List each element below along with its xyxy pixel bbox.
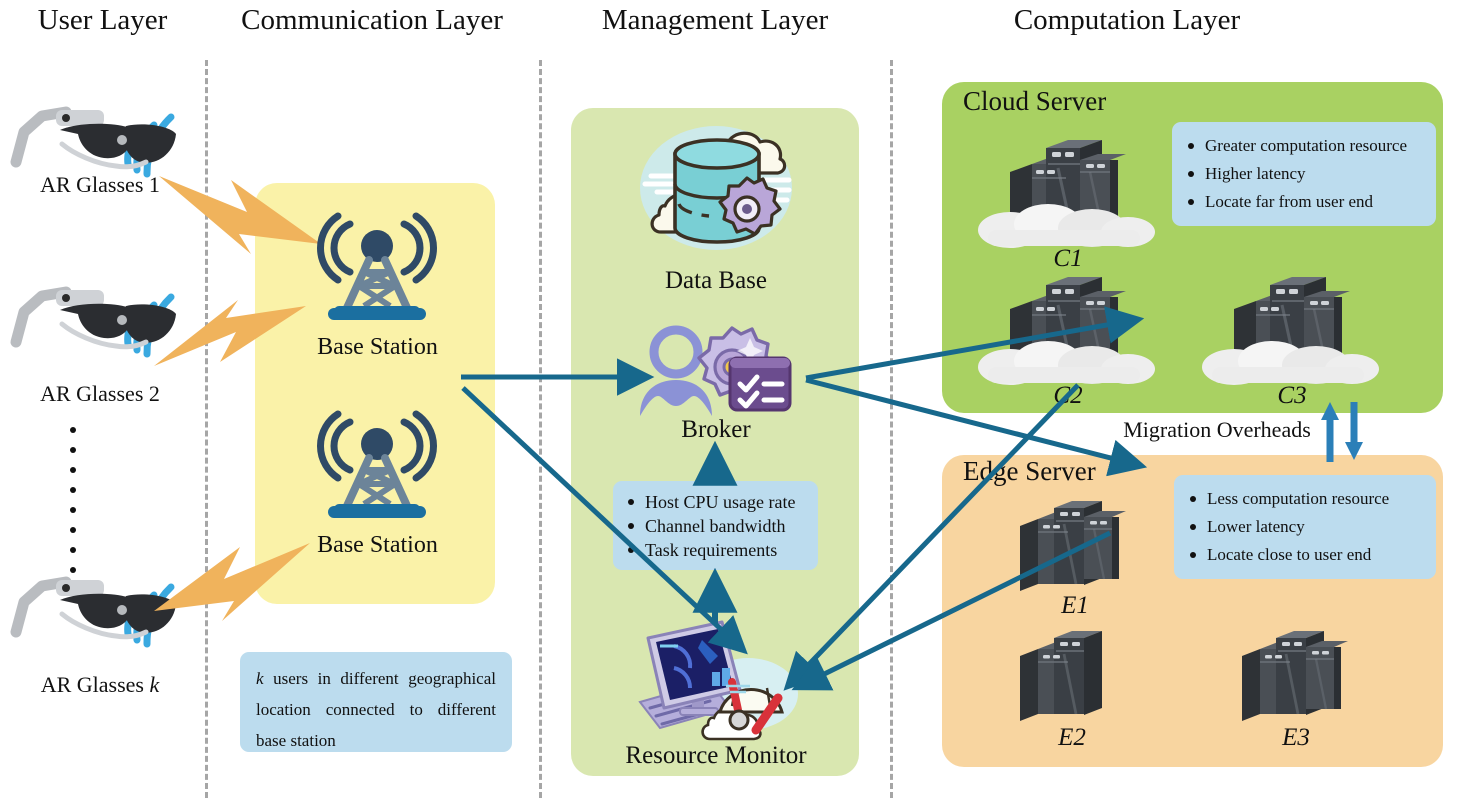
edge-feature-item: Lower latency <box>1187 513 1423 541</box>
cloud-feature-item: Locate far from user end <box>1185 188 1423 216</box>
ellipsis-dot <box>70 447 76 453</box>
cloud-server-title: Cloud Server <box>963 86 1107 116</box>
cloud-node-c1-label: C1 <box>1053 245 1083 272</box>
server-rack-cloud-icon <box>978 277 1155 385</box>
ar-glasses-icon <box>10 106 176 170</box>
migration-overheads-label: Migration Overheads <box>1123 417 1311 442</box>
database-graphic <box>640 126 792 250</box>
migration-arrows <box>1321 402 1363 462</box>
divider-management-computation <box>890 60 893 798</box>
metrics-list: Host CPU usage rate Channel bandwidth Ta… <box>625 490 806 562</box>
cell-tower-icon <box>317 410 437 518</box>
uplink-bolt-1 <box>159 176 321 254</box>
cloud-feature-item: Higher latency <box>1185 160 1423 188</box>
server-rack-icon <box>1020 631 1102 721</box>
migration-down-arrow-icon <box>1345 402 1363 460</box>
edge-node-e3-label: E3 <box>1282 724 1310 751</box>
edge-node-e3-graphic <box>1242 631 1348 721</box>
edge-feature-item: Locate close to user end <box>1187 541 1423 569</box>
edge-node-e1-label: E1 <box>1061 592 1089 619</box>
cloud-node-c1-graphic <box>978 140 1155 248</box>
edge-feature-item: Less computation resource <box>1187 485 1423 513</box>
server-rack-cloud-icon <box>978 140 1155 248</box>
base-station-2-graphic <box>317 410 437 518</box>
cloud-features-box: Greater computation resource Higher late… <box>1172 122 1436 226</box>
layer-title-user: User Layer <box>37 4 168 36</box>
cloud-base-icon <box>978 341 1155 385</box>
base-station-1-label: Base Station <box>317 334 438 360</box>
ar-glasses-k-label-prefix: AR Glasses <box>40 672 150 697</box>
layer-title-computation: Computation Layer <box>1013 4 1241 36</box>
metrics-box: Host CPU usage rate Channel bandwidth Ta… <box>613 481 818 570</box>
ellipsis-dot <box>70 467 76 473</box>
base-station-2-label: Base Station <box>317 532 438 558</box>
edge-features-list: Less computation resource Lower latency … <box>1187 485 1423 569</box>
monitor-gauge-icon <box>638 620 798 741</box>
cloud-base-icon <box>1202 341 1379 385</box>
broker-graphic <box>640 325 792 416</box>
cloud-base-icon <box>978 204 1155 248</box>
layer-title-communication: Communication Layer <box>241 4 503 36</box>
communication-note-italic-lead: k <box>256 669 264 688</box>
edge-node-e2-label: E2 <box>1058 724 1086 751</box>
base-station-1-graphic <box>317 212 437 320</box>
device-ellipsis-dots <box>70 420 76 580</box>
edge-features-box: Less computation resource Lower latency … <box>1174 475 1436 579</box>
server-rack-cloud-icon <box>1202 277 1379 385</box>
ellipsis-dot <box>70 507 76 513</box>
metrics-item: Task requirements <box>625 538 806 562</box>
cloud-features-list: Greater computation resource Higher late… <box>1185 132 1423 216</box>
cloud-node-c3-graphic <box>1202 277 1379 385</box>
ellipsis-dot <box>70 427 76 433</box>
edge-node-e2-graphic <box>1020 631 1102 721</box>
cloud-feature-item: Greater computation resource <box>1185 132 1423 160</box>
communication-note-box: k users in different geographical locati… <box>240 652 512 752</box>
ar-glasses-k-label-index: k <box>149 672 160 697</box>
communication-note-text: k users in different geographical locati… <box>256 663 496 756</box>
database-label: Data Base <box>664 267 768 294</box>
cloud-node-c2-graphic <box>978 277 1155 385</box>
server-rack-icon <box>1242 631 1348 721</box>
architecture-diagram: User Layer Communication Layer Managemen… <box>0 0 1465 799</box>
cloud-node-c2-label: C2 <box>1053 382 1083 409</box>
broker-label: Broker <box>681 416 751 443</box>
metrics-item: Host CPU usage rate <box>625 490 806 514</box>
divider-communication-management <box>539 60 542 798</box>
resource-monitor-graphic <box>638 620 798 741</box>
layer-title-management: Management Layer <box>601 4 829 36</box>
edge-server-title: Edge Server <box>963 456 1096 486</box>
resource-monitor-label: Resource Monitor <box>625 742 807 769</box>
edge-node-e1-graphic <box>1020 501 1126 591</box>
ar-glasses-k-label: AR Glasses k <box>0 672 200 698</box>
ellipsis-dot <box>70 547 76 553</box>
server-rack-icon <box>1020 501 1126 591</box>
ellipsis-dot <box>70 527 76 533</box>
broker-person-gear-icon <box>640 325 792 416</box>
database-cloud-icon <box>640 126 792 250</box>
migration-up-arrow-icon <box>1321 402 1339 462</box>
cell-tower-icon <box>317 212 437 320</box>
metrics-item: Channel bandwidth <box>625 514 806 538</box>
ellipsis-dot <box>70 487 76 493</box>
communication-note-body: users in different geographical location… <box>256 669 496 750</box>
